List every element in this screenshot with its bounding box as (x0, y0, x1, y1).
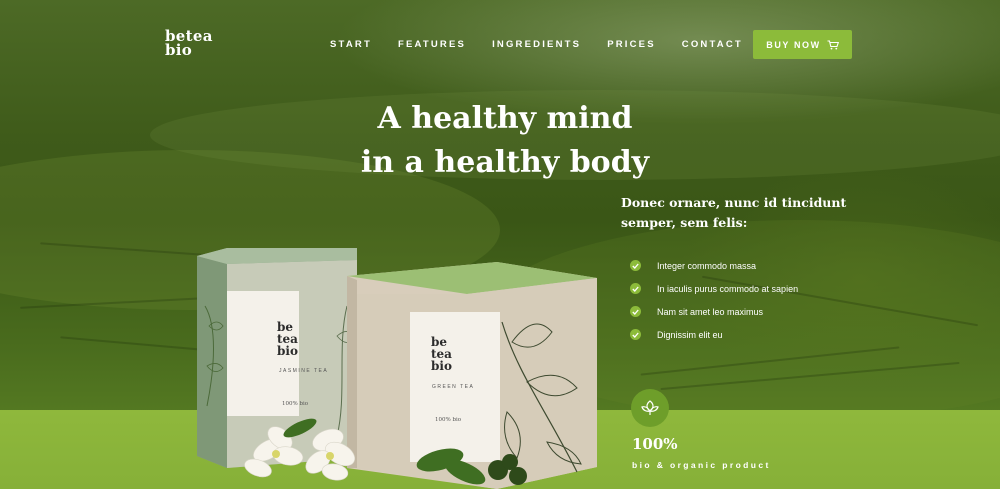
feature-list: Integer commodo massa In iaculis purus c… (630, 254, 798, 346)
nav-features[interactable]: FEATURES (398, 39, 466, 50)
buy-now-button[interactable]: BUY NOW (753, 30, 852, 59)
check-icon (630, 260, 641, 271)
leaf-icon (641, 400, 659, 415)
feature-text: Dignissim elit eu (657, 329, 723, 340)
list-item: In iaculis purus commodo at sapien (630, 277, 798, 300)
list-item: Dignissim elit eu (630, 323, 798, 346)
organic-label: bio & organic product (632, 460, 771, 470)
nav-start[interactable]: START (330, 39, 372, 50)
box-logo-line3: bio (431, 359, 452, 373)
hero-headline: A healthy mind in a healthy body (300, 97, 710, 185)
nav-prices[interactable]: PRICES (607, 39, 656, 50)
cart-icon (827, 39, 839, 49)
list-item: Integer commodo massa (630, 254, 798, 277)
feature-text: Integer commodo massa (657, 260, 757, 271)
main-nav: START FEATURES INGREDIENTS PRICES CONTAC… (330, 39, 769, 50)
box-logo-line3: bio (277, 344, 298, 358)
box-kind: JASMINE TEA (279, 368, 329, 374)
list-item: Nam sit amet leo maximus (630, 300, 798, 323)
subhead-line2: semper, sem felis: (621, 215, 748, 230)
check-icon (630, 306, 641, 317)
check-icon (630, 329, 641, 340)
jasmine-flowers-image (244, 418, 527, 485)
box-kind: GREEN TEA (432, 384, 475, 390)
buy-now-label: BUY NOW (766, 39, 821, 50)
check-icon (630, 283, 641, 294)
box-bio: 100% bio (282, 401, 309, 407)
subhead-line1: Donec ornare, nunc id tincidunt (621, 195, 847, 210)
headline-line2: in a healthy body (360, 145, 650, 180)
box-logo: be tea bio (277, 321, 298, 357)
headline-line1: A healthy mind (377, 101, 633, 136)
feature-text: Nam sit amet leo maximus (657, 306, 764, 317)
organic-percent: 100% (632, 435, 678, 453)
feature-text: In iaculis purus commodo at sapien (657, 283, 799, 294)
logo-line2: bio (165, 41, 193, 59)
box-logo: be tea bio (431, 336, 452, 372)
hero-subheading: Donec ornare, nunc id tincidunt semper, … (621, 193, 861, 233)
nav-contact[interactable]: CONTACT (682, 39, 743, 50)
nav-ingredients[interactable]: INGREDIENTS (492, 39, 581, 50)
leaf-badge (631, 389, 669, 427)
brand-logo[interactable]: betea bio (165, 29, 213, 59)
